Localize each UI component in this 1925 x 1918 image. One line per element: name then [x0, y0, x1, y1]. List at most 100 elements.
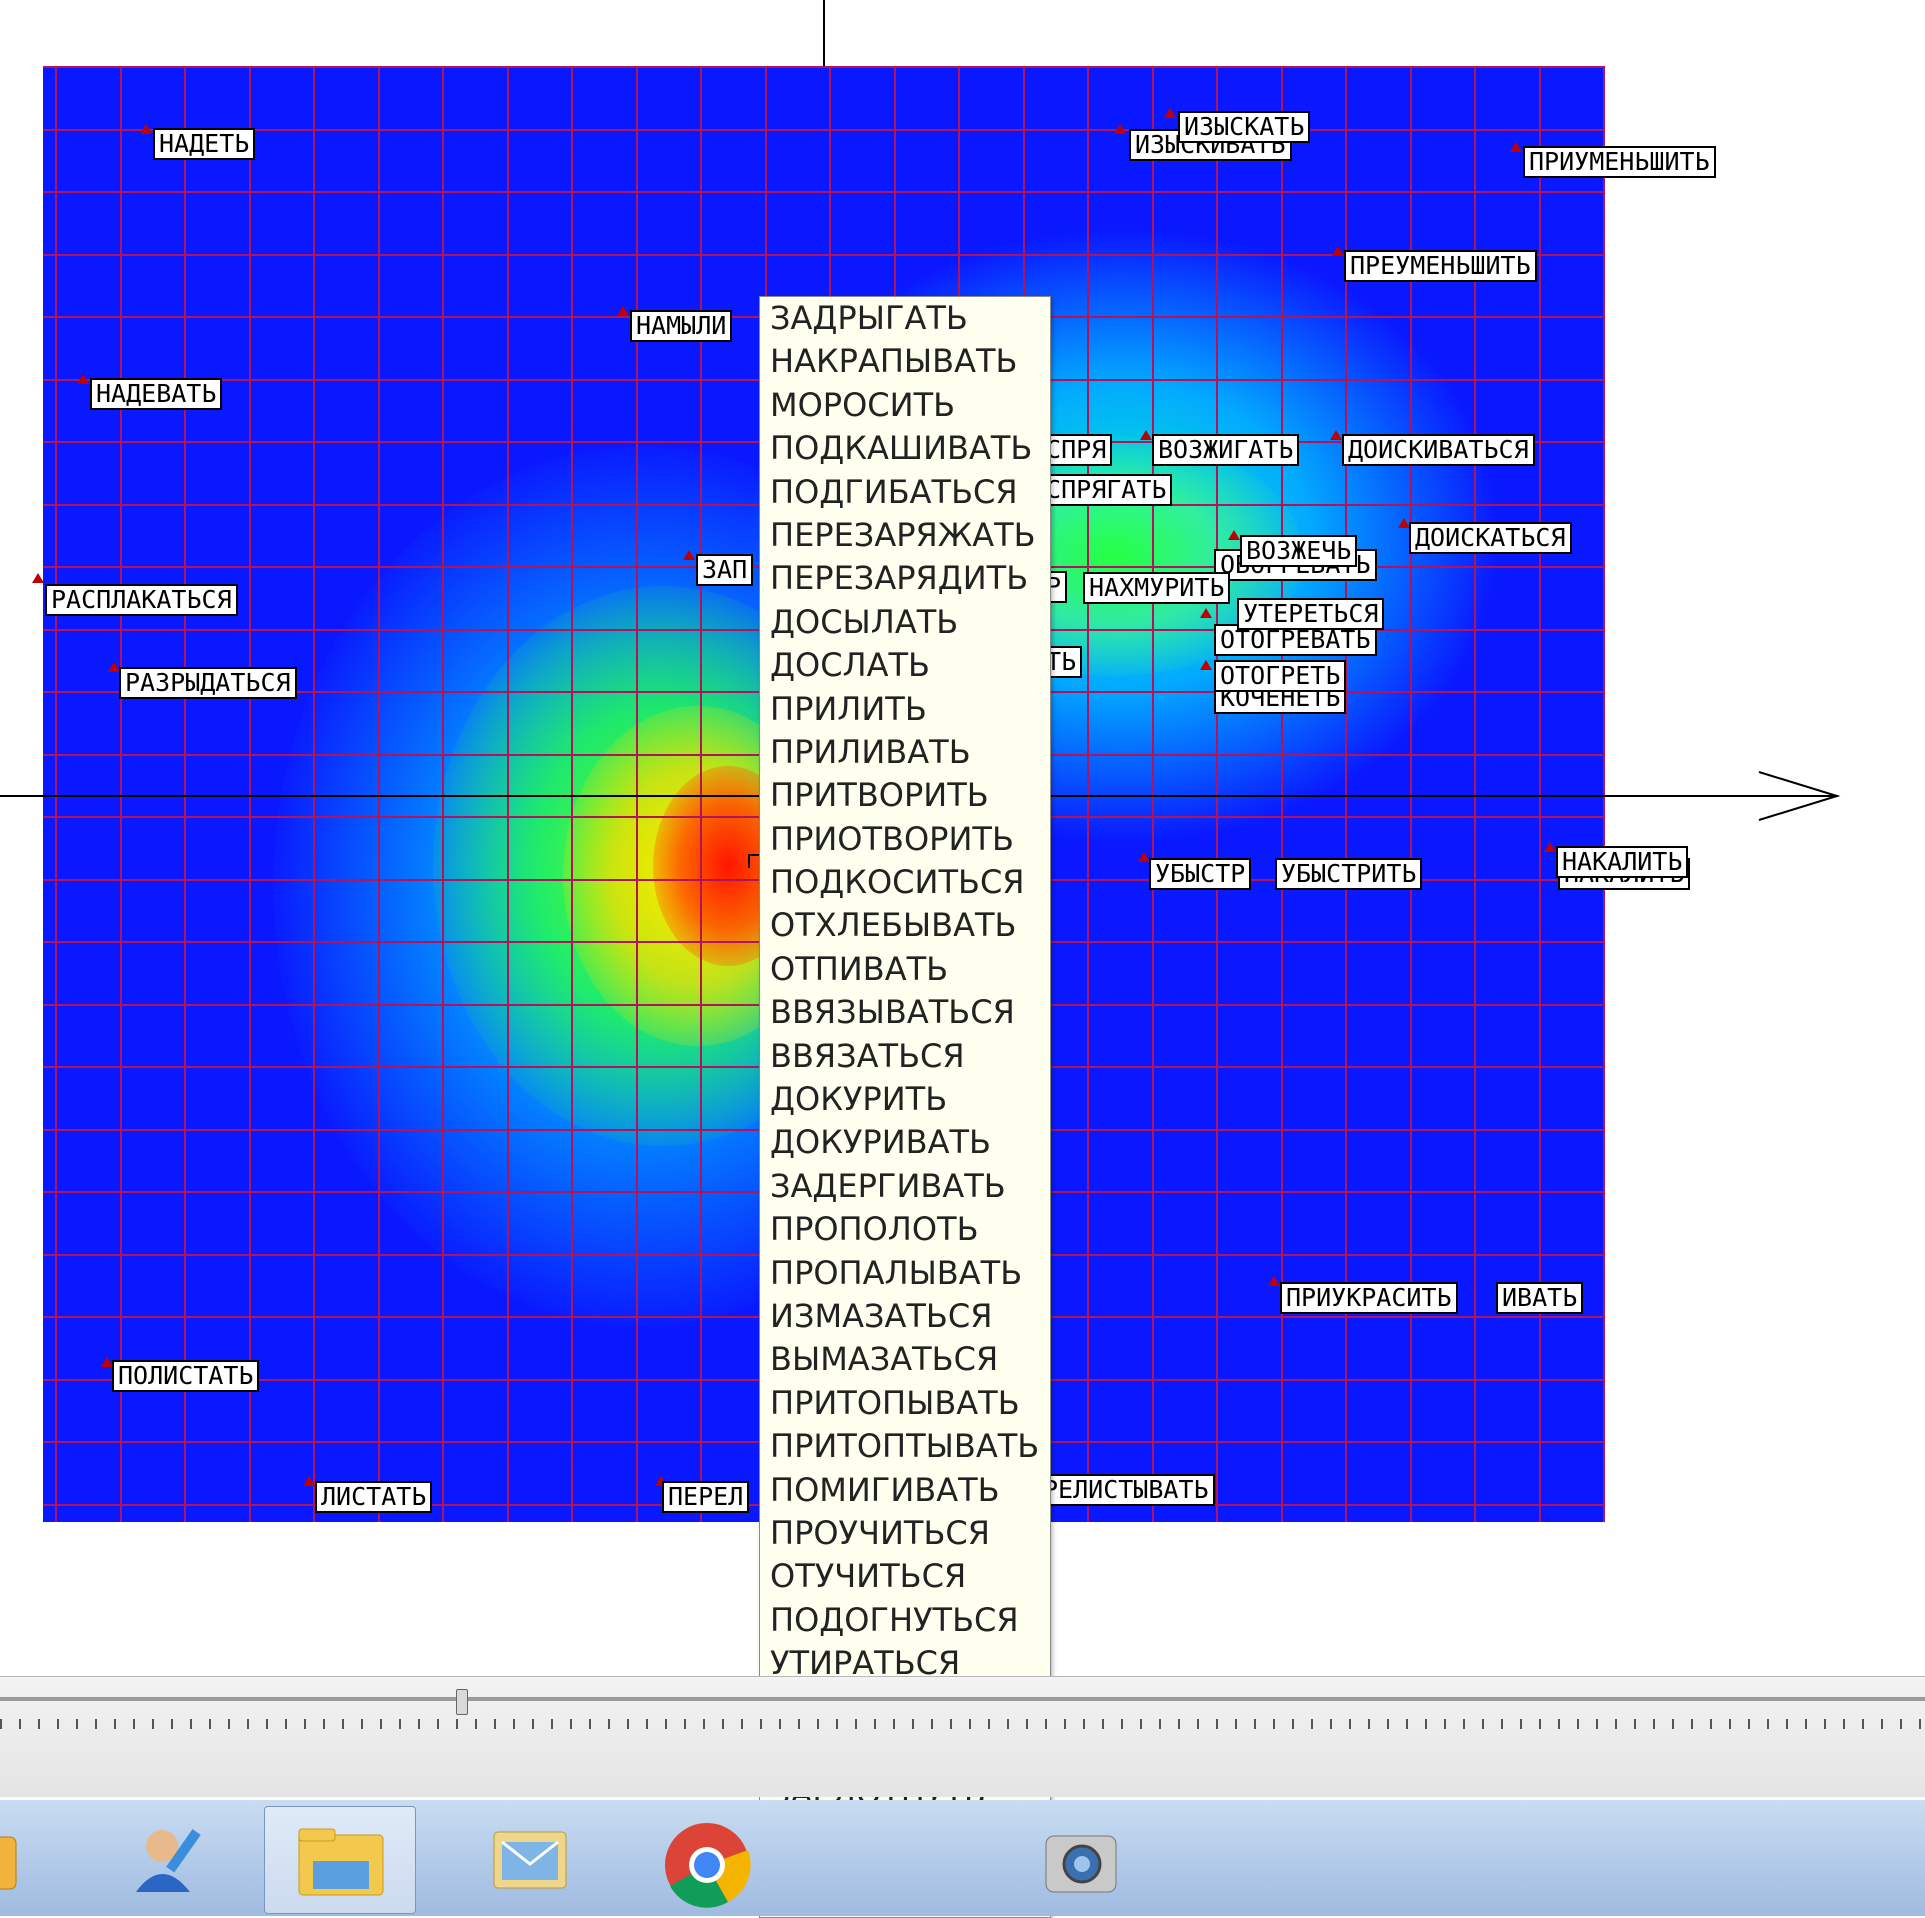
word-marker: [1200, 608, 1212, 618]
grid-line-vertical: [507, 66, 509, 1522]
popup-list-item[interactable]: ЗАДЕРГИВАТЬ: [760, 1165, 1050, 1208]
word-label[interactable]: ИВАТЬ: [1496, 1282, 1584, 1314]
popup-list-item[interactable]: ОТУЧИТЬСЯ: [760, 1555, 1050, 1598]
popup-list-item[interactable]: ДОКУРИТЬ: [760, 1078, 1050, 1121]
grid-line-vertical: [571, 66, 573, 1522]
folder-icon: [298, 1828, 384, 1896]
taskbar-app-button[interactable]: [264, 1806, 416, 1914]
grid-line-vertical: [378, 66, 380, 1522]
popup-list-item[interactable]: ПРИТОПЫВАТЬ: [760, 1382, 1050, 1425]
word-marker: [1228, 530, 1240, 540]
popup-list-item[interactable]: ПОДГИБАТЬСЯ: [760, 471, 1050, 514]
popup-list-item[interactable]: ПОДОГНУТЬСЯ: [760, 1599, 1050, 1642]
x-axis-arrow: [1758, 771, 1841, 821]
popup-list-item[interactable]: ПРОПАЛЫВАТЬ: [760, 1252, 1050, 1295]
popup-list-item[interactable]: ВВЯЗАТЬСЯ: [760, 1035, 1050, 1078]
word-label[interactable]: УБЫСТР: [1149, 858, 1252, 890]
popup-list-item[interactable]: ПРИОТВОРИТЬ: [760, 818, 1050, 861]
word-label[interactable]: ЗАП: [696, 554, 754, 586]
word-label[interactable]: ПЕРЕЛ: [662, 1481, 750, 1513]
word-label[interactable]: ПРИУМЕНЬШИТЬ: [1523, 146, 1716, 178]
y-axis: [823, 0, 825, 66]
taskbar-app-button[interactable]: [1002, 1806, 1152, 1912]
word-label[interactable]: УТЕРЕТЬСЯ: [1237, 598, 1385, 630]
grid-line-horizontal: [43, 66, 1605, 68]
word-marker: [32, 573, 44, 583]
popup-list-item[interactable]: ДОСЫЛАТЬ: [760, 601, 1050, 644]
popup-list-item[interactable]: ВЫМАЗАТЬСЯ: [760, 1338, 1050, 1381]
grid-line-vertical: [1087, 66, 1089, 1522]
popup-list-item[interactable]: НАКРАПЫВАТЬ: [760, 340, 1050, 383]
word-label[interactable]: РАСПЛАКАТЬСЯ: [45, 584, 238, 616]
grid-line-vertical: [313, 66, 315, 1522]
taskbar-app-button[interactable]: [632, 1806, 782, 1912]
popup-list-item[interactable]: ПРИЛИТЬ: [760, 688, 1050, 731]
word-label[interactable]: РЕЛИСТЫВАТЬ: [1037, 1474, 1215, 1506]
word-label[interactable]: ИЗЫСКАТЬ: [1178, 111, 1311, 143]
taskbar-app-button[interactable]: [454, 1806, 604, 1912]
grid-line-vertical: [184, 66, 186, 1522]
taskbar-app-button[interactable]: [92, 1806, 242, 1912]
popup-list-item[interactable]: ВВЯЗЫВАТЬСЯ: [760, 991, 1050, 1034]
popup-list-item[interactable]: ПОДКОСИТЬСЯ: [760, 861, 1050, 904]
word-label[interactable]: ВОЗЖИГАТЬ: [1152, 434, 1300, 466]
popup-list-item[interactable]: ОТПИВАТЬ: [760, 948, 1050, 991]
word-label[interactable]: ЛИСТАТЬ: [315, 1481, 433, 1513]
word-label[interactable]: ВОЗЖЕЧЬ: [1240, 535, 1358, 567]
word-label[interactable]: НАМЫЛИ: [630, 310, 733, 342]
grid-line-vertical: [1474, 66, 1476, 1522]
taskbar-app-button[interactable]: [0, 1806, 50, 1912]
word-label[interactable]: НАХМУРИТЬ: [1083, 572, 1231, 604]
word-marker: [140, 124, 152, 134]
word-marker: [683, 550, 695, 560]
popup-list-item[interactable]: ПЕРЕЗАРЯДИТЬ: [760, 557, 1050, 600]
popup-list-item[interactable]: ОТХЛЕБЫВАТЬ: [760, 904, 1050, 947]
slider-ticks: [0, 1719, 1925, 1729]
popup-list-item[interactable]: ПРОПОЛОТЬ: [760, 1208, 1050, 1251]
timeline-slider[interactable]: [0, 1676, 1925, 1797]
popup-list-item[interactable]: ПОМИГИВАТЬ: [760, 1469, 1050, 1512]
word-label[interactable]: РАЗРЫДАТЬСЯ: [119, 667, 297, 699]
grid-line-vertical: [700, 66, 702, 1522]
popup-list-item[interactable]: ПРИТВОРИТЬ: [760, 774, 1050, 817]
grid-line-vertical: [636, 66, 638, 1522]
word-marker: [303, 1476, 315, 1486]
grid-line-horizontal: [43, 129, 1605, 131]
mail-icon: [493, 1831, 567, 1889]
grid-line-vertical: [1152, 66, 1154, 1522]
word-label[interactable]: ДОИСКИВАТЬСЯ: [1342, 434, 1535, 466]
word-label[interactable]: ПРЕУМЕНЬШИТЬ: [1344, 250, 1537, 282]
word-marker: [1140, 430, 1152, 440]
word-label[interactable]: НАДЕВАТЬ: [90, 378, 223, 410]
word-label[interactable]: УБЫСТРИТЬ: [1275, 858, 1423, 890]
grid-line-vertical: [1603, 66, 1605, 1522]
popup-list-item[interactable]: ПОДКАШИВАТЬ: [760, 427, 1050, 470]
word-label[interactable]: ПРИУКРАСИТЬ: [1280, 1282, 1458, 1314]
word-marker: [1114, 124, 1126, 134]
word-label[interactable]: ОТОГРЕТЬ: [1214, 660, 1347, 692]
word-marker: [1330, 430, 1342, 440]
word-marker: [617, 306, 629, 316]
popup-list-item[interactable]: ИЗМАЗАТЬСЯ: [760, 1295, 1050, 1338]
word-marker: [1332, 246, 1344, 256]
word-label[interactable]: ПОЛИСТАТЬ: [112, 1360, 260, 1392]
popup-list-item[interactable]: МОРОСИТЬ: [760, 384, 1050, 427]
popup-list-item[interactable]: ПЕРЕЗАРЯЖАТЬ: [760, 514, 1050, 557]
word-label[interactable]: НАДЕТЬ: [153, 128, 256, 160]
word-label[interactable]: ДОИСКАТЬСЯ: [1409, 522, 1572, 554]
slider-track: [0, 1697, 1925, 1701]
word-popup-list[interactable]: ЗАДРЫГАТЬ НАКРАПЫВАТЬ МОРОСИТЬ ПОДКАШИВАТЬ П…: [759, 296, 1051, 1918]
popup-list-item[interactable]: ЗАДРЫГАТЬ: [760, 297, 1050, 340]
word-marker: [1510, 142, 1522, 152]
popup-list-item[interactable]: ДОКУРИВАТЬ: [760, 1121, 1050, 1164]
user-tools-icon: [136, 1829, 201, 1892]
popup-list-item[interactable]: ПРОУЧИТЬСЯ: [760, 1512, 1050, 1555]
popup-list-item[interactable]: ПРИТОПТЫВАТЬ: [760, 1425, 1050, 1468]
word-marker: [1268, 1276, 1280, 1286]
word-label[interactable]: НАКАЛИТЬ: [1556, 846, 1689, 878]
popup-list-item[interactable]: ПРИЛИВАТЬ: [760, 731, 1050, 774]
popup-list-item[interactable]: ДОСЛАТЬ: [760, 644, 1050, 687]
slider-thumb[interactable]: [456, 1689, 468, 1715]
grid-line-horizontal: [43, 191, 1605, 193]
grid-line-vertical: [1216, 66, 1218, 1522]
